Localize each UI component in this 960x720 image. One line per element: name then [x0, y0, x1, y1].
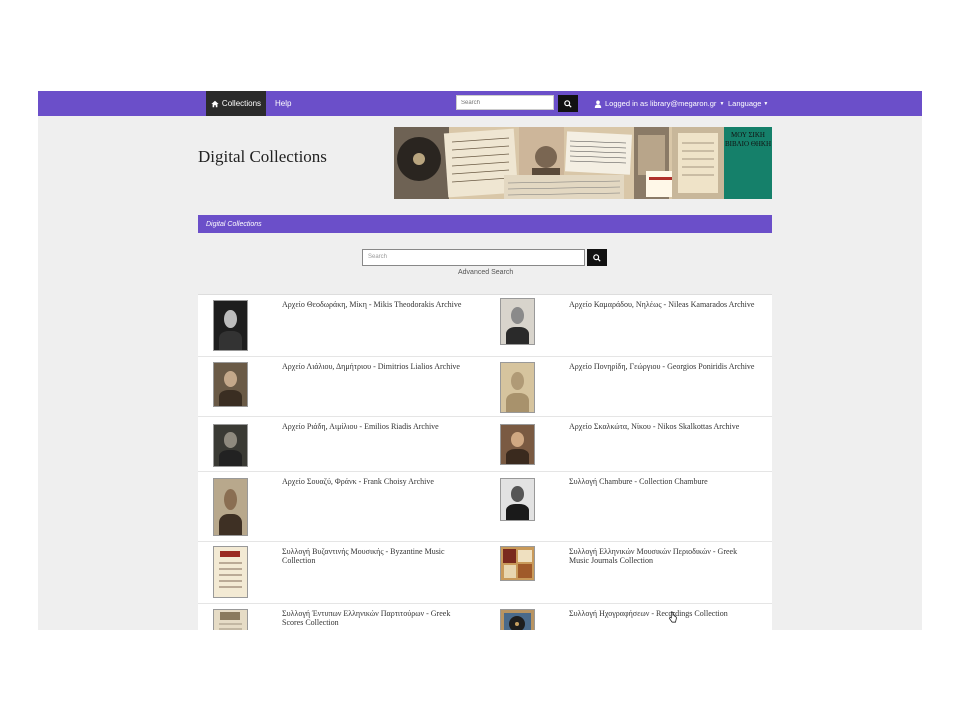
collection-item[interactable]: Αρχείο Ριάδη, Αιμίλιου - Emilios Riadis … — [198, 417, 485, 471]
journal-icon — [503, 549, 532, 578]
record-icon — [504, 613, 531, 630]
collection-row: Αρχείο Λιάλιου, Δημήτριου - Dimitrios Li… — [198, 357, 772, 417]
collection-item[interactable]: Συλλογή Chambure - Collection Chambure — [485, 472, 772, 541]
search-icon — [593, 253, 601, 262]
collection-link[interactable]: Συλλογή Βυζαντινής Μουσικής - Byzantine … — [282, 547, 472, 565]
collection-row: Συλλογή Βυζαντινής Μουσικής - Byzantine … — [198, 542, 772, 604]
collection-item[interactable]: Συλλογή Έντυπων Ελληνικών Παρτιτούρων - … — [198, 604, 485, 630]
collection-search-input[interactable]: Search — [362, 249, 585, 266]
collections-list: Αρχείο Θεοδωράκη, Μίκη - Mikis Theodorak… — [198, 294, 772, 630]
collection-thumbnail[interactable] — [213, 300, 248, 351]
manuscript-icon — [219, 551, 242, 588]
collection-thumbnail[interactable] — [213, 424, 248, 467]
nav-search-input[interactable] — [456, 95, 554, 110]
collection-link[interactable]: Αρχείο Πονηρίδη, Γεώργιου - Georgios Pon… — [569, 362, 759, 371]
collection-item[interactable]: Συλλογή Βυζαντινής Μουσικής - Byzantine … — [198, 542, 485, 603]
collection-thumbnail[interactable] — [213, 609, 248, 630]
collection-thumbnail[interactable] — [500, 478, 535, 521]
collection-link[interactable]: Αρχείο Σουαζύ, Φράνκ - Frank Choisy Arch… — [282, 477, 472, 486]
collection-link[interactable]: Αρχείο Λιάλιου, Δημήτριου - Dimitrios Li… — [282, 362, 472, 371]
collection-item[interactable]: Αρχείο Θεοδωράκη, Μίκη - Mikis Theodorak… — [198, 295, 485, 356]
language-menu[interactable]: Language ▼ — [728, 91, 768, 116]
banner-collage-image — [394, 127, 724, 199]
collection-item[interactable]: Συλλογή Ελληνικών Μουσικών Περιοδικών - … — [485, 542, 772, 603]
collection-link[interactable]: Αρχείο Σκαλκώτα, Νίκου - Nikos Skalkotta… — [569, 422, 759, 431]
nav-search-button[interactable] — [558, 95, 578, 112]
advanced-search-link[interactable]: Advanced Search — [458, 269, 513, 276]
top-navbar: Collections Help Logged in as library@me… — [38, 91, 922, 116]
banner-logo-panel: ΜΟΥ ΣΙΚΗ ΒΙΒΛΙΟ ΘΗΚΗ — [724, 127, 772, 199]
user-menu[interactable]: Logged in as library@megaron.gr ▼ — [594, 91, 724, 116]
page-title: Digital Collections — [198, 147, 327, 166]
nav-help-link[interactable]: Help — [275, 91, 291, 116]
collection-link[interactable]: Συλλογή Έντυπων Ελληνικών Παρτιτούρων - … — [282, 609, 472, 627]
collection-item[interactable]: Αρχείο Λιάλιου, Δημήτριου - Dimitrios Li… — [198, 357, 485, 416]
banner-logo-text: ΜΟΥ ΣΙΚΗ ΒΙΒΛΙΟ ΘΗΚΗ — [724, 131, 772, 148]
collection-link[interactable]: Αρχείο Καμαράδου, Νηλέως - Nileas Kamara… — [569, 300, 759, 309]
nav-collections-link[interactable]: Collections — [206, 91, 266, 116]
collection-thumbnail[interactable] — [500, 609, 535, 630]
header-banner: ΜΟΥ ΣΙΚΗ ΒΙΒΛΙΟ ΘΗΚΗ — [394, 127, 772, 199]
user-icon — [594, 100, 602, 108]
collection-link[interactable]: Συλλογή Ελληνικών Μουσικών Περιοδικών - … — [569, 547, 759, 565]
collection-thumbnail[interactable] — [500, 298, 535, 345]
collection-link[interactable]: Αρχείο Ριάδη, Αιμίλιου - Emilios Riadis … — [282, 422, 472, 431]
collection-row: Συλλογή Έντυπων Ελληνικών Παρτιτούρων - … — [198, 604, 772, 630]
home-icon — [211, 100, 219, 107]
collection-item[interactable]: Αρχείο Πονηρίδη, Γεώργιου - Georgios Pon… — [485, 357, 772, 416]
section-bar: Digital Collections — [198, 215, 772, 233]
collection-thumbnail[interactable] — [213, 546, 248, 598]
chevron-down-icon: ▼ — [719, 100, 725, 107]
collection-thumbnail[interactable] — [500, 362, 535, 413]
language-menu-label: Language — [728, 99, 762, 108]
collection-thumbnail[interactable] — [500, 424, 535, 465]
browser-viewport: Collections Help Logged in as library@me… — [38, 91, 922, 630]
score-icon — [219, 612, 242, 630]
collection-item[interactable]: Αρχείο Καμαράδου, Νηλέως - Nileas Kamara… — [485, 295, 772, 356]
collection-link[interactable]: Συλλογή Chambure - Collection Chambure — [569, 477, 759, 486]
search-icon — [564, 99, 572, 108]
collection-item[interactable]: Αρχείο Σουαζύ, Φράνκ - Frank Choisy Arch… — [198, 472, 485, 541]
collection-link[interactable]: Συλλογή Ηχογραφήσεων - Recordings Collec… — [569, 609, 759, 618]
user-menu-label: Logged in as library@megaron.gr — [605, 99, 717, 108]
collection-row: Αρχείο Σουαζύ, Φράνκ - Frank Choisy Arch… — [198, 472, 772, 542]
mouse-cursor-icon — [669, 611, 677, 623]
collection-search-button[interactable] — [587, 249, 607, 266]
collection-item[interactable]: Αρχείο Σκαλκώτα, Νίκου - Nikos Skalkotta… — [485, 417, 772, 471]
collection-row: Αρχείο Θεοδωράκη, Μίκη - Mikis Theodorak… — [198, 295, 772, 357]
collection-item[interactable]: Συλλογή Ηχογραφήσεων - Recordings Collec… — [485, 604, 772, 630]
nav-collections-label: Collections — [221, 99, 262, 108]
collection-link[interactable]: Αρχείο Θεοδωράκη, Μίκη - Mikis Theodorak… — [282, 300, 472, 309]
chevron-down-icon: ▼ — [763, 100, 769, 107]
collection-row: Αρχείο Ριάδη, Αιμίλιου - Emilios Riadis … — [198, 417, 772, 472]
collection-thumbnail[interactable] — [500, 546, 535, 581]
collection-thumbnail[interactable] — [213, 362, 248, 407]
collection-thumbnail[interactable] — [213, 478, 248, 536]
